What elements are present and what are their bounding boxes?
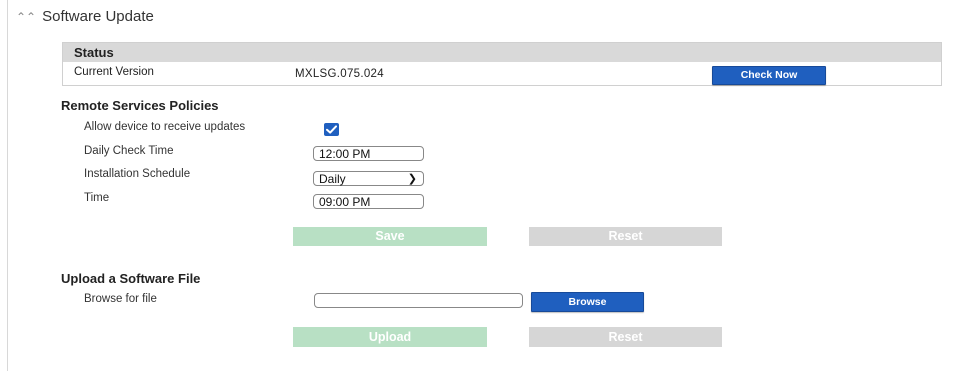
reset-button[interactable]: Reset: [529, 227, 722, 246]
daily-check-time-field[interactable]: 12:00 PM: [313, 146, 424, 161]
chevron-down-icon: ❯: [407, 173, 417, 185]
time-value: 09:00 PM: [319, 195, 371, 209]
upload-button[interactable]: Upload: [293, 327, 487, 347]
upload-reset-button[interactable]: Reset: [529, 327, 722, 347]
daily-check-label: Daily Check Time: [84, 145, 174, 157]
save-button[interactable]: Save: [293, 227, 487, 246]
remote-policies-heading: Remote Services Policies: [61, 98, 219, 113]
file-path-input[interactable]: [314, 293, 523, 308]
software-update-panel: ⌃⌃ Software Update Status Current Versio…: [7, 0, 955, 371]
browse-button[interactable]: Browse: [531, 292, 644, 312]
time-label: Time: [84, 192, 110, 204]
section-header[interactable]: ⌃⌃ Software Update: [16, 8, 154, 25]
chevron-double-up-icon[interactable]: ⌃⌃: [16, 10, 36, 24]
check-icon: [326, 125, 337, 134]
page-title: Software Update: [42, 8, 154, 25]
check-now-button[interactable]: Check Now: [712, 66, 826, 85]
installation-schedule-label: Installation Schedule: [84, 168, 191, 180]
installation-schedule-value: Daily: [319, 172, 346, 186]
browse-for-file-label: Browse for file: [84, 293, 157, 305]
current-version-value: MXLSG.075.024: [295, 68, 384, 80]
installation-schedule-select[interactable]: Daily ❯: [313, 171, 424, 186]
upload-heading: Upload a Software File: [61, 271, 201, 286]
status-heading: Status: [63, 43, 941, 62]
current-version-label: Current Version: [74, 66, 154, 78]
time-field[interactable]: 09:00 PM: [313, 194, 424, 209]
daily-check-time-value: 12:00 PM: [319, 147, 371, 161]
allow-updates-label: Allow device to receive updates: [84, 121, 246, 133]
allow-updates-checkbox[interactable]: [324, 123, 339, 136]
